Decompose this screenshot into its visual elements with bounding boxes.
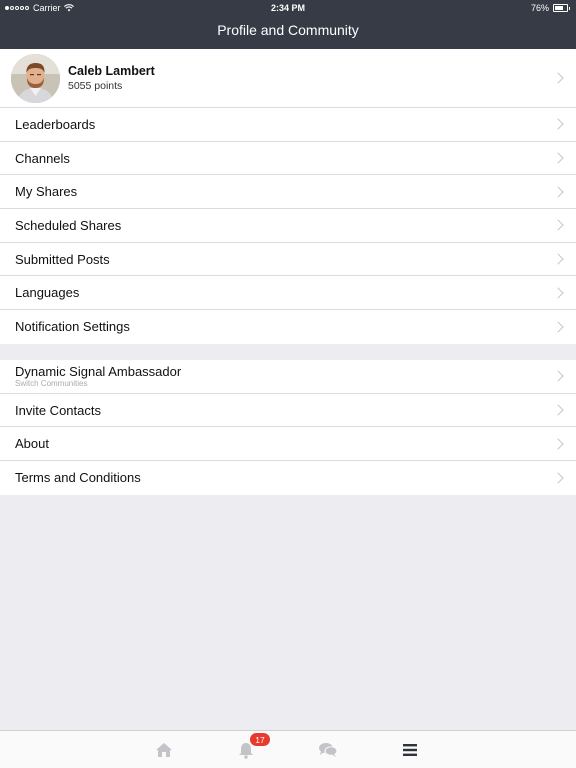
battery-percent: 76%: [530, 3, 549, 13]
battery-fill: [555, 6, 564, 10]
chevron-right-icon: [552, 152, 564, 164]
menu-item-invite-contacts[interactable]: Invite Contacts: [0, 394, 576, 428]
menu-item-label: Notification Settings: [15, 319, 130, 335]
tab-messages[interactable]: [308, 731, 348, 768]
menu-item-label: About: [15, 436, 49, 452]
chevron-right-icon: [552, 72, 564, 84]
menu-item-label: Scheduled Shares: [15, 217, 122, 233]
page-title: Profile and Community: [217, 22, 359, 38]
menu-item-label: Leaderboards: [15, 116, 96, 132]
profile-points: 5055 points: [68, 80, 123, 92]
chevron-right-icon: [552, 404, 564, 416]
menu-item-switch-community[interactable]: Dynamic Signal Ambassador Switch Communi…: [0, 360, 576, 394]
menu-item-label: Languages: [15, 285, 80, 301]
community-sublabel: Switch Communities: [15, 379, 88, 389]
notification-badge: 17: [250, 733, 270, 746]
chevron-right-icon: [552, 370, 564, 383]
menu-item-label: Channels: [15, 150, 70, 166]
menu-item-label: Invite Contacts: [15, 402, 101, 418]
tab-home[interactable]: [144, 731, 184, 768]
secondary-menu-group: Dynamic Signal Ambassador Switch Communi…: [0, 360, 576, 495]
chevron-right-icon: [552, 219, 564, 232]
tab-menu[interactable]: [390, 731, 430, 768]
chevron-right-icon: [552, 472, 564, 484]
chat-bubbles-icon: [319, 743, 338, 757]
menu-item-about[interactable]: About: [0, 427, 576, 462]
menu-item-label: Submitted Posts: [15, 251, 110, 267]
menu-icon: [403, 744, 417, 756]
avatar-photo-icon: [11, 53, 60, 103]
menu-item-label: Terms and Conditions: [15, 470, 141, 486]
home-icon: [156, 743, 172, 757]
menu-item-label: My Shares: [15, 184, 78, 200]
menu-item-languages[interactable]: Languages: [0, 276, 576, 311]
chevron-right-icon: [552, 438, 564, 450]
avatar: [11, 53, 60, 103]
navigation-header: Carrier 2:34 PM 76% Profile and Communit…: [0, 0, 576, 49]
profile-info: Caleb Lambert 5055 points: [68, 64, 155, 92]
profile-name: Caleb Lambert: [68, 64, 155, 78]
profile-row[interactable]: Caleb Lambert 5055 points: [0, 49, 576, 108]
menu-item-leaderboards[interactable]: Leaderboards: [0, 108, 576, 142]
chevron-right-icon: [552, 253, 564, 265]
tab-bar: 17: [0, 730, 576, 768]
status-time: 2:34 PM: [270, 3, 305, 13]
menu-item-my-shares[interactable]: My Shares: [0, 175, 576, 210]
chevron-right-icon: [552, 287, 564, 299]
chevron-right-icon: [552, 186, 564, 198]
battery-body: [553, 4, 568, 12]
status-right: 76%: [531, 3, 570, 13]
battery-icon: [553, 4, 570, 12]
status-bar: Carrier 2:34 PM 76%: [0, 0, 576, 16]
menu-item-terms[interactable]: Terms and Conditions: [0, 461, 576, 495]
menu-item-channels[interactable]: Channels: [0, 142, 576, 176]
menu-item-scheduled-shares[interactable]: Scheduled Shares: [0, 209, 576, 243]
menu-item-notification-settings[interactable]: Notification Settings: [0, 310, 576, 344]
community-name: Dynamic Signal Ambassador: [15, 364, 182, 380]
main-menu-group: Caleb Lambert 5055 points Leaderboards C…: [0, 49, 576, 344]
battery-tip: [569, 6, 570, 10]
menu-item-submitted-posts[interactable]: Submitted Posts: [0, 243, 576, 277]
chevron-right-icon: [552, 321, 564, 333]
chevron-right-icon: [552, 118, 564, 131]
tab-notifications[interactable]: 17: [226, 731, 270, 768]
